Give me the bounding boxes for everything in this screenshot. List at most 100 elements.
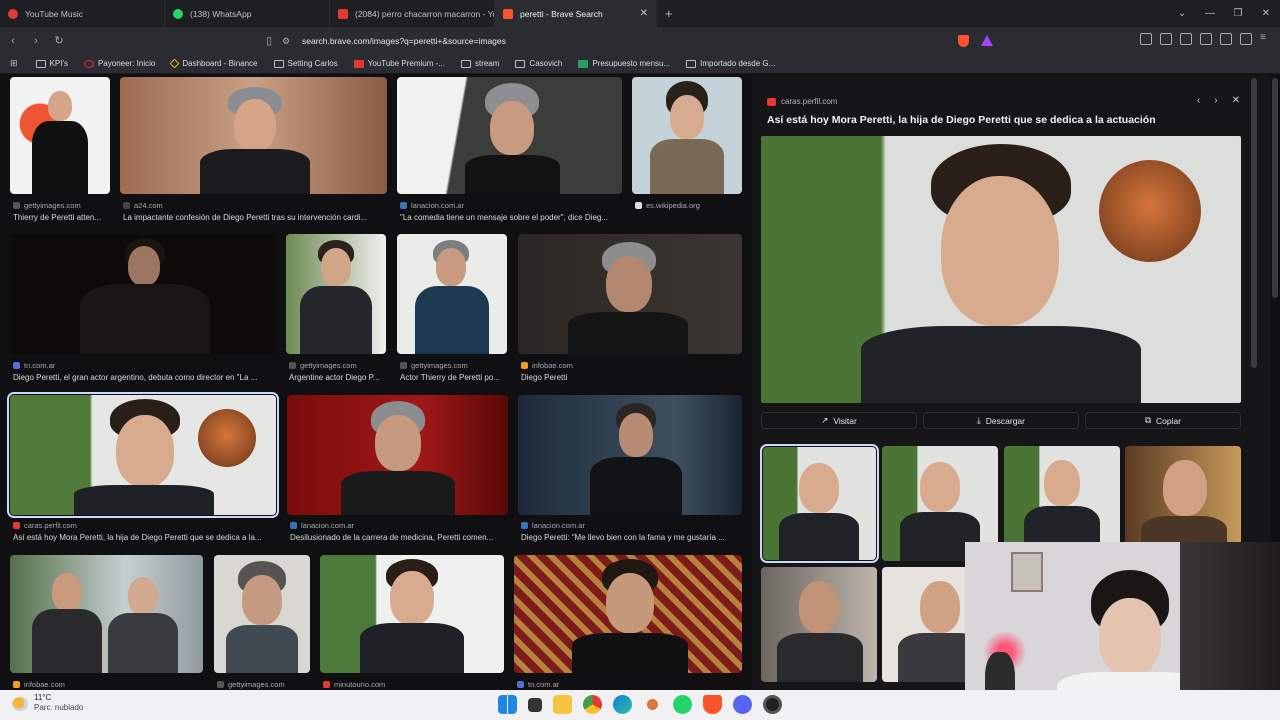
result-image[interactable]	[514, 555, 742, 673]
result-source[interactable]: tn.com.ar	[517, 680, 559, 689]
previous-icon[interactable]: ‹	[1197, 95, 1200, 106]
result-source[interactable]: es.wikipedia.org	[635, 201, 700, 210]
obs-icon[interactable]	[763, 695, 782, 714]
result-source[interactable]: gettyimages.com	[289, 361, 357, 370]
discord-icon[interactable]	[733, 695, 752, 714]
result-image[interactable]	[214, 555, 310, 673]
result-source[interactable]: a24.com	[123, 201, 163, 210]
edge-icon[interactable]	[613, 695, 632, 714]
bookmark-payoneer[interactable]: Payoneer: Inicio	[83, 59, 155, 68]
result-source[interactable]: caras.perfil.com	[13, 521, 77, 530]
reload-icon[interactable]: ↻	[49, 34, 69, 47]
address-bar[interactable]: ⚙ search.brave.com/images?q=peretti+&sou…	[282, 31, 1000, 50]
tab-brave-search[interactable]: peretti - Brave Search ✕	[495, 0, 657, 27]
result-source[interactable]: minutouno.com	[323, 680, 385, 689]
result-image[interactable]	[10, 555, 203, 673]
next-icon[interactable]: ›	[1214, 95, 1217, 106]
result-image[interactable]	[397, 77, 622, 194]
result-caption[interactable]: Diego Peretti, el gran actor argentino, …	[13, 373, 277, 382]
bookmark-importado[interactable]: Importado desde G...	[686, 59, 775, 68]
result-source[interactable]: gettyimages.com	[400, 361, 468, 370]
result-image[interactable]	[286, 234, 386, 354]
brave-rewards-icon[interactable]	[981, 35, 993, 46]
forward-icon[interactable]: ›	[26, 35, 46, 47]
result-image-selected[interactable]	[7, 392, 279, 518]
result-image[interactable]	[320, 555, 504, 673]
related-image-selected[interactable]	[760, 444, 879, 563]
close-icon[interactable]: ✕	[1232, 95, 1240, 106]
brave-shields-icon[interactable]	[958, 35, 969, 47]
result-caption[interactable]: Thierry de Peretti atten...	[13, 213, 113, 222]
result-caption[interactable]: La impactante confesión de Diego Peretti…	[123, 213, 387, 222]
tab-whatsapp[interactable]: (138) WhatsApp	[165, 0, 330, 27]
minimize-icon[interactable]: —	[1196, 8, 1224, 19]
tab-youtube-music[interactable]: YouTube Music	[0, 0, 165, 27]
close-window-icon[interactable]: ✕	[1252, 8, 1280, 19]
result-image[interactable]	[10, 234, 275, 354]
download-button[interactable]: ⤓ Descargar	[923, 412, 1079, 429]
result-caption[interactable]: Diego Peretti: "Me llevo bien con la fam…	[521, 533, 741, 542]
result-source[interactable]: infobae.com	[13, 680, 65, 689]
result-caption[interactable]: Así está hoy Mora Peretti, la hija de Di…	[13, 533, 277, 542]
youtube-icon	[353, 59, 364, 68]
whatsapp-icon[interactable]	[673, 695, 692, 714]
result-image[interactable]	[10, 77, 110, 194]
visit-button[interactable]: ↗ Visitar	[761, 412, 917, 429]
related-image[interactable]	[761, 567, 877, 682]
media-icon[interactable]	[1160, 33, 1172, 45]
page-scrollbar[interactable]	[1272, 78, 1278, 298]
bookmark-casovich[interactable]: Casovich	[515, 59, 562, 68]
result-source[interactable]: tn.com.ar	[13, 361, 55, 370]
result-image[interactable]	[518, 234, 742, 354]
bookmark-icon[interactable]: ▯	[259, 34, 279, 47]
panel-scrollbar[interactable]	[1251, 78, 1257, 368]
bookmark-binance[interactable]: Dashboard - Binance	[169, 58, 258, 69]
result-source[interactable]: gettyimages.com	[217, 680, 285, 689]
bookmark-youtube-premium[interactable]: YouTube Premium -...	[353, 59, 445, 68]
extensions-icon[interactable]	[1140, 33, 1152, 45]
wallet-icon[interactable]	[1200, 33, 1212, 45]
result-caption[interactable]: "La comedia tiene un mensaje sobre el po…	[400, 213, 625, 222]
result-image[interactable]	[518, 395, 742, 515]
result-caption[interactable]: Actor Thierry de Peretti po...	[400, 373, 510, 382]
result-image[interactable]	[632, 77, 742, 194]
apps-icon[interactable]: ⊞	[10, 58, 18, 69]
bookmark-presupuesto[interactable]: Presupuesto mensu...	[578, 59, 670, 68]
result-image[interactable]	[120, 77, 387, 194]
result-source[interactable]: lanacion.com.ar	[400, 201, 464, 210]
site-info-icon[interactable]: ⚙	[282, 36, 292, 46]
result-image[interactable]	[287, 395, 508, 515]
task-view-icon[interactable]	[528, 698, 542, 712]
copy-button[interactable]: ⧉ Copiar	[1085, 412, 1241, 429]
file-explorer-icon[interactable]	[553, 695, 572, 714]
chrome-icon[interactable]	[583, 695, 602, 714]
close-tab-icon[interactable]: ✕	[640, 8, 648, 19]
result-source[interactable]: lanacion.com.ar	[521, 521, 585, 530]
weather-widget[interactable]: 11°C Parc. nublado	[12, 693, 83, 713]
vpn-icon[interactable]	[1240, 33, 1252, 45]
tab-search-icon[interactable]: ⌄	[1168, 8, 1196, 19]
new-tab-button[interactable]: +	[665, 6, 673, 21]
result-caption[interactable]: Argentine actor Diego P...	[289, 373, 389, 382]
windows-start-icon[interactable]	[498, 695, 517, 714]
result-caption[interactable]: Diego Peretti	[521, 373, 741, 382]
back-icon[interactable]: ‹	[3, 35, 23, 47]
bookmark-kpis[interactable]: KPI's	[35, 59, 68, 68]
leo-icon[interactable]	[1220, 33, 1232, 45]
result-caption[interactable]: Desilusionado de la carrera de medicina,…	[290, 533, 510, 542]
result-source[interactable]: gettyimages.com	[13, 201, 81, 210]
brave-icon[interactable]	[703, 695, 722, 714]
bookmark-setting-carlos[interactable]: Setting Carlos	[273, 59, 338, 68]
claude-icon[interactable]	[643, 695, 662, 714]
result-source[interactable]: infobae.com	[521, 361, 573, 370]
tab-youtube-video[interactable]: (2084) perro chacarron macarron - Yo	[330, 0, 495, 27]
preview-image[interactable]	[761, 136, 1241, 403]
result-source[interactable]: lanacion.com.ar	[290, 521, 354, 530]
bookmark-stream[interactable]: stream	[460, 59, 499, 68]
caras-icon	[767, 97, 776, 106]
menu-icon[interactable]: ≡	[1260, 33, 1272, 45]
sidebar-icon[interactable]	[1180, 33, 1192, 45]
result-image[interactable]	[397, 234, 507, 354]
preview-source[interactable]: caras.perfil.com	[767, 97, 837, 106]
maximize-icon[interactable]: ❐	[1224, 8, 1252, 19]
